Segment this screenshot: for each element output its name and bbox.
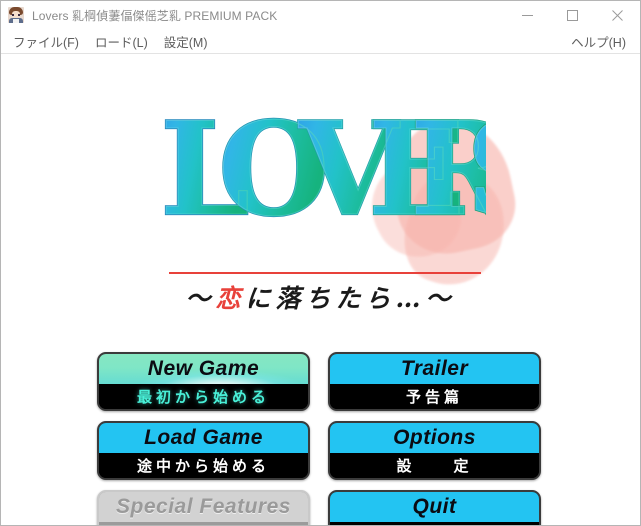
special-features-label-jp: 回想モード [99,522,308,525]
menu-file[interactable]: ファイル(F) [5,30,87,53]
trailer-button[interactable]: Trailer 予告篇 [328,352,541,411]
window-controls [505,1,640,29]
minimize-icon[interactable] [505,1,550,29]
trailer-label-jp: 予告篇 [330,384,539,409]
new-game-label-en: New Game [99,354,308,384]
logo-lovers-text: L O V E R S L O V E R S [158,110,486,226]
menu-row-2: Load Game 途中から始める Options 設 定 [97,421,541,480]
game-logo: L O V E R S L O V E R S [1,110,640,226]
new-game-button[interactable]: New Game 最初から始める [97,352,310,411]
game-subtitle: 〜恋に落ちたら…〜 [1,279,640,315]
load-game-button[interactable]: Load Game 途中から始める [97,421,310,480]
special-features-label-en: Special Features [99,492,308,522]
app-character-icon [8,7,24,23]
menu-load[interactable]: ロード(L) [87,30,156,53]
menu-row-3: Special Features 回想モード Quit 終 了 [97,490,541,525]
trailer-label-en: Trailer [330,354,539,384]
quit-label-jp: 終 了 [330,522,539,525]
subtitle-prefix: 〜 [185,284,216,313]
options-label-en: Options [330,423,539,453]
load-game-label-jp: 途中から始める [99,453,308,478]
game-canvas: L O V E R S L O V E R S 〜恋に落ちたら…〜 [1,54,640,525]
title-bar[interactable]: Lovers 乿棡偵萋偪傑傜芝乿 PREMIUM PACK [1,1,640,29]
options-button[interactable]: Options 設 定 [328,421,541,480]
quit-label-en: Quit [330,492,539,522]
close-icon[interactable] [595,1,640,29]
subtitle-accent: 恋 [215,284,246,313]
options-label-jp: 設 定 [330,453,539,478]
menu-bar: ファイル(F) ロード(L) 設定(M) ヘルプ(H) [1,29,640,54]
new-game-label-jp: 最初から始める [99,384,308,409]
menu-help[interactable]: ヘルプ(H) [563,30,634,53]
special-features-button: Special Features 回想モード [97,490,310,525]
subtitle-rest: に落ちたら… [245,284,426,313]
window-title: Lovers 乿棡偵萋偪傑傜芝乿 PREMIUM PACK [32,8,278,23]
quit-button[interactable]: Quit 終 了 [328,490,541,525]
application-window: Lovers 乿棡偵萋偪傑傜芝乿 PREMIUM PACK ファイル(F) ロー… [0,0,641,526]
logo-underline [169,272,481,274]
main-menu: New Game 最初から始める Trailer 予告篇 Load Game 途… [97,352,541,525]
maximize-icon[interactable] [550,1,595,29]
svg-text:S: S [466,110,486,226]
menu-row-1: New Game 最初から始める Trailer 予告篇 [97,352,541,411]
menu-settings[interactable]: 設定(M) [156,30,216,53]
load-game-label-en: Load Game [99,423,308,453]
subtitle-suffix: 〜 [425,284,456,313]
